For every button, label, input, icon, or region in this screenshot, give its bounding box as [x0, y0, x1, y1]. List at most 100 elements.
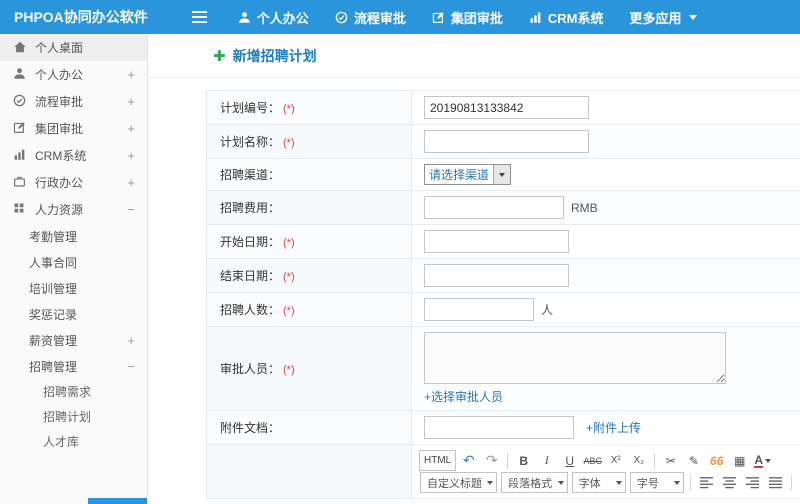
headcount-input[interactable] — [424, 298, 534, 321]
channel-select[interactable]: 请选择渠道 — [424, 164, 512, 185]
field-label: 开始日期： — [220, 235, 281, 249]
font-size-select[interactable]: 字号 — [629, 472, 685, 493]
required-mark: (*) — [283, 103, 295, 115]
sidebar-item-human-resources[interactable]: 人力资源 − — [0, 196, 147, 223]
end-date-input[interactable] — [424, 264, 569, 287]
blockquote-button[interactable]: 66 — [706, 450, 727, 471]
format-brush-button[interactable]: ✎ — [683, 450, 704, 471]
expand-icon[interactable]: + — [127, 148, 135, 163]
expand-icon[interactable]: + — [127, 333, 135, 348]
collapse-icon[interactable]: − — [127, 359, 135, 374]
toolbar-separator — [791, 474, 793, 491]
font-family-select[interactable]: 字体 — [571, 472, 626, 493]
sidebar-item-salary-mgmt[interactable]: 薪资管理 + — [0, 327, 147, 353]
sidebar-item-label: 人才库 — [43, 435, 80, 449]
sidebar-item-recruit-demand[interactable]: 招聘需求 — [0, 379, 147, 404]
align-center-icon[interactable] — [719, 472, 740, 493]
start-date-input[interactable] — [424, 230, 569, 253]
sidebar-item-personal-office[interactable]: 个人办公 + — [0, 61, 147, 88]
attachment-upload-link[interactable]: +附件上传 — [586, 419, 641, 436]
underline-button[interactable]: U — [559, 450, 580, 471]
undo-button[interactable]: ↶ — [458, 450, 479, 471]
fee-input[interactable] — [424, 196, 564, 219]
table-button[interactable]: ▦ — [729, 450, 750, 471]
headcount-unit-label: 人 — [541, 303, 554, 317]
redo-button[interactable]: ↷ — [481, 450, 502, 471]
bar-chart-icon — [13, 148, 28, 163]
sidebar-item-recruit-mgmt[interactable]: 招聘管理 − — [0, 353, 147, 379]
toolbar-separator — [690, 474, 692, 491]
sidebar-item-group-approval[interactable]: 集团审批 + — [0, 115, 147, 142]
sidebar-item-admin-office[interactable]: 行政办公 + — [0, 169, 147, 196]
font-color-letter: A — [754, 452, 764, 468]
expand-icon[interactable]: + — [127, 121, 135, 136]
attachment-input[interactable] — [424, 416, 574, 439]
sidebar-item-label: 流程审批 — [35, 95, 84, 109]
select-label: 字体 — [578, 477, 601, 490]
collapse-icon[interactable]: − — [127, 202, 135, 217]
plan-name-input[interactable] — [424, 130, 589, 153]
menu-icon[interactable] — [188, 5, 211, 29]
field-label-cell: 开始日期： (*) — [206, 224, 412, 259]
nav-workflow-approval[interactable]: 流程审批 — [322, 0, 419, 34]
sidebar-item-crm-system[interactable]: CRM系统 + — [0, 142, 147, 169]
superscript-button[interactable]: X² — [605, 450, 626, 471]
sidebar-item-recruit-plan[interactable]: 招聘计划 — [0, 404, 147, 429]
cut-button[interactable]: ✂ — [660, 450, 681, 471]
sidebar-item-hr-contract[interactable]: 人事合同 — [0, 249, 147, 275]
paragraph-format-select[interactable]: 段落格式 — [501, 472, 568, 493]
font-color-button[interactable]: A — [752, 450, 773, 471]
align-justify-icon[interactable] — [765, 472, 786, 493]
user-icon — [238, 11, 251, 24]
form-row-editor: HTML ↶ ↷ B I U ABC X² X₂ ✂ ✎ 66 ▦ A 自定义标… — [206, 444, 800, 499]
sidebar-item-label: 人力资源 — [35, 203, 84, 217]
home-icon — [13, 40, 28, 55]
expand-icon[interactable]: + — [127, 67, 135, 82]
form-row-fee: 招聘费用： RMB — [206, 190, 800, 225]
sidebar-item-training-mgmt[interactable]: 培训管理 — [0, 275, 147, 301]
choose-approvers-link[interactable]: +选择审批人员 — [424, 388, 503, 405]
nav-label: CRM系统 — [547, 10, 604, 26]
editor-label-cell — [206, 444, 412, 499]
italic-button[interactable]: I — [536, 450, 557, 471]
sidebar-item-reward-punishment[interactable]: 奖惩记录 — [0, 301, 147, 327]
required-mark: (*) — [283, 271, 295, 283]
custom-heading-select[interactable]: 自定义标题 — [420, 472, 498, 493]
select-arrow-icon — [493, 165, 511, 184]
field-label-cell: 招聘渠道： — [206, 158, 412, 191]
field-label-cell: 招聘人数： (*) — [206, 292, 412, 327]
align-left-icon[interactable] — [696, 472, 717, 493]
strikethrough-button[interactable]: ABC — [582, 450, 603, 471]
nav-crm-system[interactable]: CRM系统 — [516, 0, 617, 34]
html-source-button[interactable]: HTML — [419, 450, 457, 471]
form-row-approvers: 审批人员： (*) +选择审批人员 — [206, 326, 800, 411]
edit-pencil-icon — [432, 11, 445, 24]
approvers-textarea[interactable] — [424, 332, 726, 384]
sidebar-item-talent-pool[interactable]: 人才库 — [0, 429, 147, 454]
chevron-down-icon — [765, 458, 772, 463]
plus-icon: ✚ — [213, 47, 226, 65]
nav-group-approval[interactable]: 集团审批 — [419, 0, 516, 34]
app-title: PHPOA协同办公软件 — [14, 9, 148, 25]
bold-button[interactable]: B — [513, 450, 534, 471]
topbar: PHPOA协同办公软件 个人办公 流程审批 集团审批 CRM系统 更多应用 — [0, 0, 800, 34]
sidebar-item-workflow-approval[interactable]: 流程审批 + — [0, 88, 147, 115]
plan-number-input[interactable] — [424, 96, 589, 119]
form-row-plan-number: 计划编号： (*) — [206, 90, 800, 125]
form-row-plan-name: 计划名称： (*) — [206, 124, 800, 159]
required-mark: (*) — [283, 137, 295, 149]
field-label: 计划编号： — [220, 101, 281, 115]
nav-personal-office[interactable]: 个人办公 — [225, 0, 322, 34]
subscript-button[interactable]: X₂ — [628, 450, 649, 471]
sidebar-item-attendance-mgmt[interactable]: 考勤管理 — [0, 223, 147, 249]
nav-more-apps[interactable]: 更多应用 — [616, 0, 710, 34]
sidebar-scrollbar-thumb[interactable] — [88, 498, 147, 504]
align-right-icon[interactable] — [742, 472, 763, 493]
expand-icon[interactable]: + — [127, 175, 135, 190]
expand-icon[interactable]: + — [127, 94, 135, 109]
fee-unit-label: RMB — [571, 200, 598, 215]
nav-label: 集团审批 — [450, 10, 503, 26]
rich-text-editor: HTML ↶ ↷ B I U ABC X² X₂ ✂ ✎ 66 ▦ A 自定义标… — [411, 444, 800, 499]
sidebar-item-personal-desktop[interactable]: 个人桌面 — [0, 34, 147, 61]
nav-label: 更多应用 — [629, 10, 682, 26]
